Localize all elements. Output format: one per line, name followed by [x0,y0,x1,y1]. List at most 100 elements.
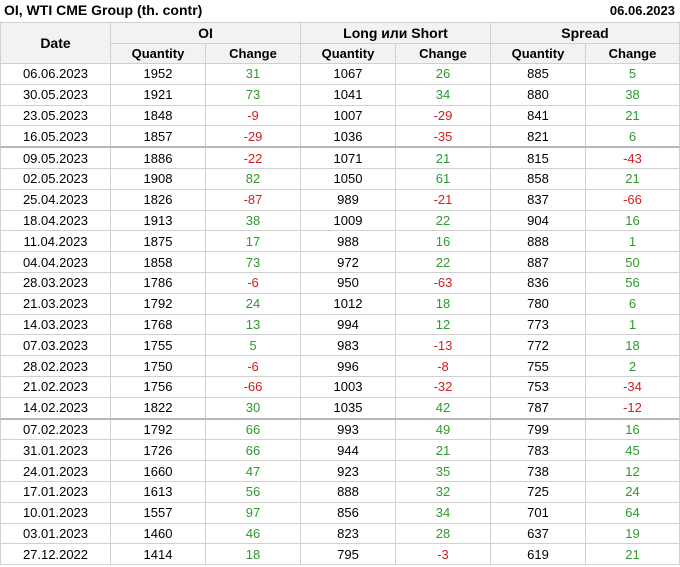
long-short-change-cell: 18 [395,292,491,315]
long-short-change-cell: 34 [395,501,491,524]
report-date: 06.06.2023 [609,3,675,18]
oi-quantity-cell: 1913 [110,209,206,232]
oi-quantity-cell: 1857 [110,125,206,148]
long-short-quantity-cell: 983 [300,334,396,357]
oi-change-cell: 46 [205,522,301,545]
long-short-change-cell: 16 [395,230,491,253]
oi-change-cell: -22 [205,146,301,169]
table-row: 07.02.2023 1792 66 993 49 799 16 [0,417,680,441]
date-cell: 06.06.2023 [0,63,111,85]
spread-change-cell: 1 [585,313,680,336]
oi-quantity-cell: 1726 [110,439,206,462]
spread-change-cell: -43 [585,146,680,169]
spread-change-cell: 21 [585,104,680,127]
table-row: 16.05.2023 1857 -29 1036 -35 821 6 [0,125,680,148]
spread-quantity-cell: 773 [490,313,586,336]
spread-quantity-cell: 836 [490,271,586,294]
long-short-change-cell: -3 [395,543,491,566]
table-row: 11.04.2023 1875 17 988 16 888 1 [0,230,680,253]
long-short-quantity-cell: 1071 [300,146,396,169]
oi-quantity-cell: 1786 [110,271,206,294]
long-short-quantity-cell: 1067 [300,63,396,85]
long-short-change-cell: -8 [395,355,491,377]
date-cell: 03.01.2023 [0,522,111,545]
spread-change-cell: 5 [585,63,680,85]
table-row: 02.05.2023 1908 82 1050 61 858 21 [0,167,680,190]
oi-quantity-cell: 1792 [110,292,206,315]
spread-quantity-cell: 753 [490,375,586,398]
spread-quantity-cell: 885 [490,63,586,85]
table-row: 10.01.2023 1557 97 856 34 701 64 [0,501,680,524]
oi-change-cell: 66 [205,417,301,441]
long-short-quantity-cell: 989 [300,188,396,211]
date-cell: 14.03.2023 [0,313,111,336]
table-row: 23.05.2023 1848 -9 1007 -29 841 21 [0,104,680,127]
long-short-quantity-cell: 856 [300,501,396,524]
long-short-quantity-cell: 950 [300,271,396,294]
report-title: OI, WTI CME Group (th. contr) [4,2,203,18]
long-short-quantity-cell: 1009 [300,209,396,232]
long-short-quantity-cell: 1003 [300,375,396,398]
long-short-change-cell: -32 [395,375,491,398]
spread-quantity-cell: 772 [490,334,586,357]
spread-change-cell: 2 [585,355,680,377]
spread-quantity-cell: 787 [490,396,586,420]
long-short-quantity-cell: 972 [300,251,396,273]
table-row: 06.06.2023 1952 31 1067 26 885 5 [0,63,680,85]
date-cell: 23.05.2023 [0,104,111,127]
date-cell: 21.02.2023 [0,375,111,398]
oi-change-cell: 13 [205,313,301,336]
spread-change-cell: 6 [585,125,680,148]
oi-change-cell: -6 [205,355,301,377]
oi-change-cell: 17 [205,230,301,253]
oi-quantity-cell: 1848 [110,104,206,127]
oi-quantity-cell: 1756 [110,375,206,398]
long-short-change-cell: 21 [395,146,491,169]
spread-change-cell: 16 [585,209,680,232]
date-cell: 28.02.2023 [0,355,111,377]
long-short-quantity-cell: 1012 [300,292,396,315]
long-short-group-header: Long или Short [300,22,491,44]
spread-quantity-cell: 858 [490,167,586,190]
oi-change-cell: 31 [205,63,301,85]
spread-quantity-cell: 888 [490,230,586,253]
date-cell: 04.04.2023 [0,251,111,273]
date-cell: 17.01.2023 [0,480,111,503]
spread-change-header: Change [585,43,680,64]
oi-group-header: OI [110,22,301,44]
long-short-quantity-cell: 996 [300,355,396,377]
spread-quantity-cell: 783 [490,439,586,462]
date-cell: 07.03.2023 [0,334,111,357]
spread-change-cell: 24 [585,480,680,503]
date-cell: 16.05.2023 [0,125,111,148]
oi-change-cell: -9 [205,104,301,127]
long-short-quantity-cell: 1050 [300,167,396,190]
oi-quantity-cell: 1660 [110,460,206,482]
oi-quantity-cell: 1908 [110,167,206,190]
oi-change-cell: 56 [205,480,301,503]
oi-change-cell: -6 [205,271,301,294]
long-short-quantity-cell: 944 [300,439,396,462]
oi-quantity-header: Quantity [110,43,206,64]
long-short-change-cell: 61 [395,167,491,190]
oi-change-cell: -29 [205,125,301,148]
table-row: 24.01.2023 1660 47 923 35 738 12 [0,460,680,482]
oi-change-header: Change [205,43,301,64]
long-short-change-cell: 22 [395,251,491,273]
long-short-change-cell: 21 [395,439,491,462]
long-short-quantity-cell: 993 [300,417,396,441]
spread-quantity-cell: 725 [490,480,586,503]
table-row: 14.02.2023 1822 30 1035 42 787 -12 [0,396,680,420]
spread-quantity-cell: 755 [490,355,586,377]
date-cell: 28.03.2023 [0,271,111,294]
table-row: 03.01.2023 1460 46 823 28 637 19 [0,522,680,545]
table-row: 09.05.2023 1886 -22 1071 21 815 -43 [0,146,680,169]
long-short-quantity-cell: 1035 [300,396,396,420]
oi-quantity-cell: 1768 [110,313,206,336]
spread-change-cell: 12 [585,460,680,482]
spread-change-cell: 64 [585,501,680,524]
long-short-change-cell: 32 [395,480,491,503]
oi-quantity-cell: 1952 [110,63,206,85]
spread-quantity-cell: 815 [490,146,586,169]
long-short-change-header: Change [395,43,491,64]
